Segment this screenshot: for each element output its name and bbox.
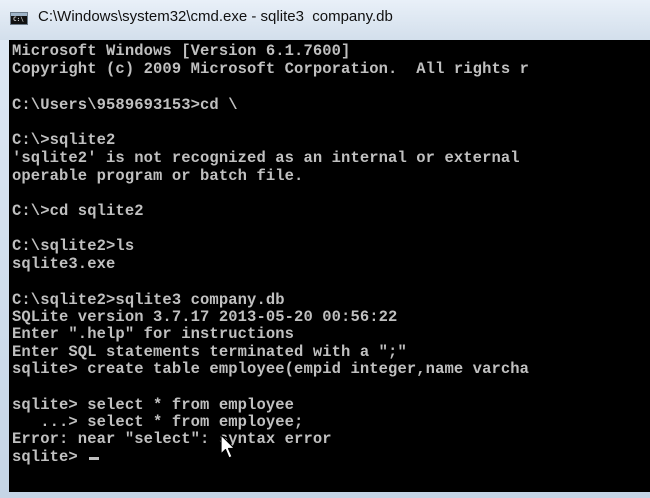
- console-line: Copyright (c) 2009 Microsoft Corporation…: [12, 60, 530, 78]
- console-line: C:\Users\9589693153>cd \: [12, 96, 238, 114]
- console-line: 'sqlite2' is not recognized as an intern…: [12, 149, 520, 167]
- console-line: operable program or batch file.: [12, 167, 304, 185]
- title-bar[interactable]: C:\ C:\Windows\system32\cmd.exe - sqlite…: [0, 0, 650, 40]
- mouse-pointer-icon: [220, 434, 236, 459]
- console-line: ...> select * from employee;: [12, 413, 304, 431]
- console-line: C:\>sqlite2: [12, 131, 116, 149]
- window-title: C:\Windows\system32\cmd.exe - sqlite3 co…: [38, 8, 393, 25]
- console-line: Microsoft Windows [Version 6.1.7600]: [12, 42, 351, 60]
- console-line: Enter ".help" for instructions: [12, 325, 295, 343]
- console-line: C:\>cd sqlite2: [12, 202, 144, 220]
- prompt-line[interactable]: sqlite>: [12, 448, 100, 466]
- console-line: sqlite> select * from employee: [12, 396, 295, 414]
- prompt-text: sqlite>: [12, 448, 88, 466]
- console-line: C:\sqlite2>sqlite3 company.db: [12, 291, 285, 309]
- console-line: Error: near "select": syntax error: [12, 430, 332, 448]
- console-line: C:\sqlite2>ls: [12, 237, 135, 255]
- console-line: SQLite version 3.7.17 2013-05-20 00:56:2…: [12, 308, 398, 326]
- console-line: sqlite3.exe: [12, 255, 116, 273]
- cmd-icon[interactable]: C:\: [10, 12, 28, 25]
- text-cursor: [89, 457, 100, 460]
- console-line: Enter SQL statements terminated with a "…: [12, 343, 407, 361]
- console-line: sqlite> create table employee(empid inte…: [12, 360, 530, 378]
- console-output[interactable]: Microsoft Windows [Version 6.1.7600] Cop…: [9, 40, 650, 492]
- cmd-window: C:\ C:\Windows\system32\cmd.exe - sqlite…: [0, 0, 650, 498]
